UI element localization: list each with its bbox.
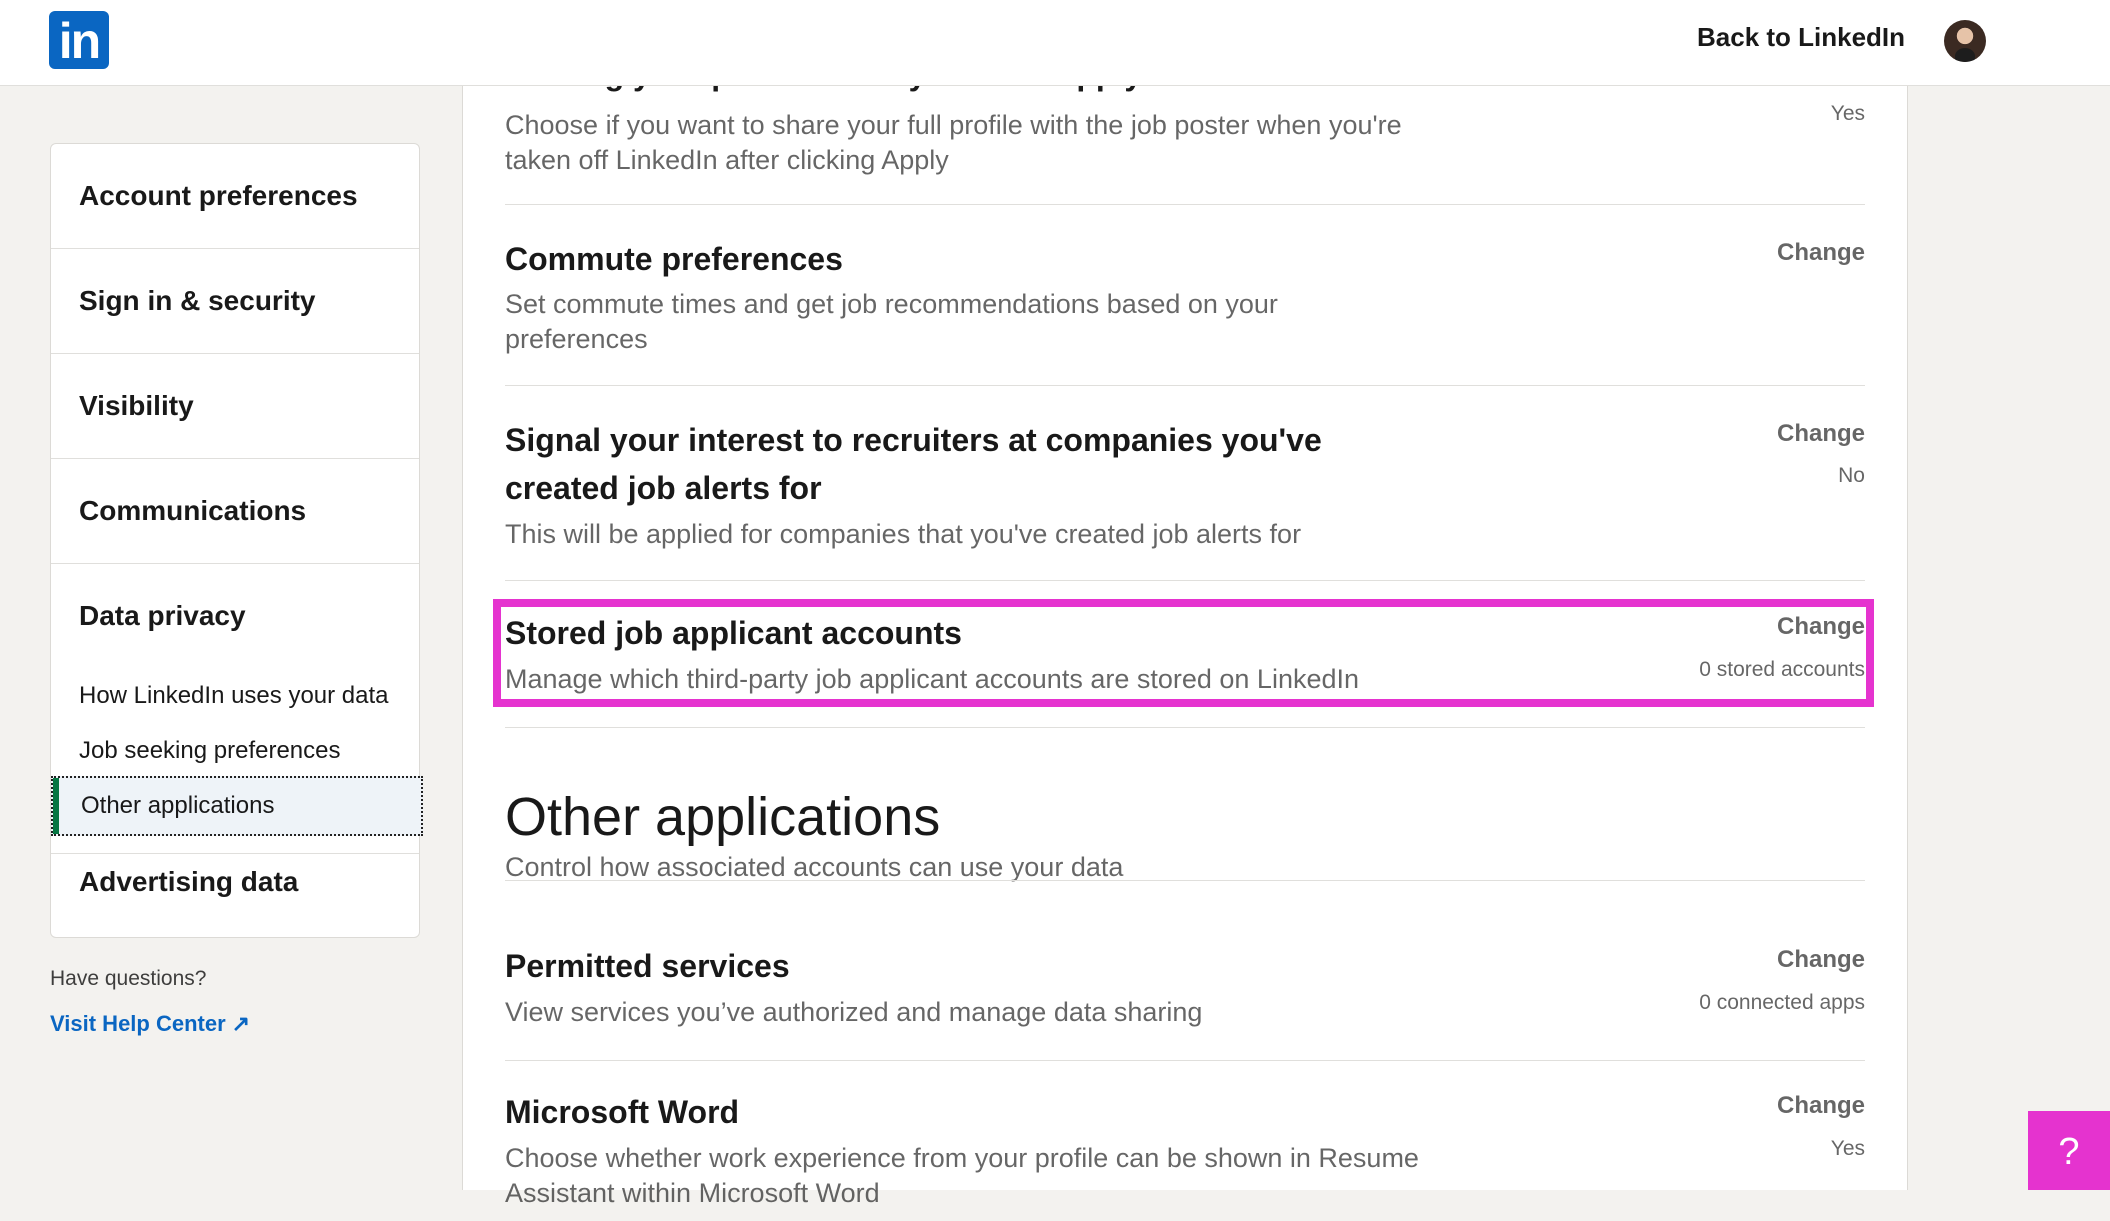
change-button[interactable]: Change xyxy=(1777,613,1865,641)
setting-value: 0 connected apps xyxy=(1699,991,1865,1014)
help-link-label: Visit Help Center xyxy=(50,1011,226,1036)
sidebar-item-sign-in-security[interactable]: Sign in & security xyxy=(51,249,419,354)
sidebar-item-communications[interactable]: Communications xyxy=(51,459,419,564)
setting-description: View services you’ve authorized and mana… xyxy=(505,997,1203,1027)
setting-value: No xyxy=(1838,464,1865,487)
setting-row-stored-job-applicant-accounts[interactable]: Stored job applicant accounts Manage whi… xyxy=(505,581,1865,728)
top-bar: in Back to LinkedIn xyxy=(0,0,2110,86)
setting-row-microsoft-word[interactable]: Microsoft Word Choose whether work exper… xyxy=(505,1061,1865,1221)
sidebar-item-label: Visibility xyxy=(79,390,194,421)
change-button[interactable]: Change xyxy=(1777,239,1865,267)
setting-heading: Commute preferences xyxy=(505,241,843,277)
setting-heading: Signal your interest to recruiters at co… xyxy=(505,422,1322,506)
setting-row-commute-preferences[interactable]: Commute preferences Set commute times an… xyxy=(505,205,1865,386)
active-indicator xyxy=(53,778,59,834)
sidebar-item-label: Advertising data xyxy=(79,866,299,897)
help-button[interactable]: ? xyxy=(2028,1111,2110,1190)
section-title-other-applications: Other applications xyxy=(505,787,941,847)
sidebar-subitem-label: Other applications xyxy=(81,792,275,819)
setting-heading: Microsoft Word xyxy=(505,1094,740,1130)
sidebar-item-label: Communications xyxy=(79,495,307,526)
sidebar-subitem-job-seeking-preferences[interactable]: Job seeking preferences xyxy=(79,737,341,765)
linkedin-logo-icon[interactable]: in xyxy=(49,11,109,69)
change-button[interactable]: Change xyxy=(1777,946,1865,974)
setting-heading: Stored job applicant accounts xyxy=(505,615,962,651)
sidebar-subitem-how-linkedin-uses-data[interactable]: How LinkedIn uses your data xyxy=(79,682,389,710)
setting-row-signal-interest[interactable]: Signal your interest to recruiters at co… xyxy=(505,386,1865,581)
setting-row-permitted-services[interactable]: Permitted services View services you’ve … xyxy=(505,915,1865,1061)
sidebar-item-label: Sign in & security xyxy=(79,285,316,316)
change-button[interactable]: Change xyxy=(1777,420,1865,448)
setting-value: 0 stored accounts xyxy=(1699,658,1865,681)
visit-help-center-link[interactable]: Visit Help Center ↗ xyxy=(50,1011,250,1037)
settings-sidebar: Account preferences Sign in & security V… xyxy=(50,143,423,938)
have-questions-text: Have questions? xyxy=(50,967,207,990)
settings-main-panel: Sharing your profile when you click Appl… xyxy=(462,0,1908,1208)
setting-description: Set commute times and get job recommenda… xyxy=(505,289,1278,354)
section-subtitle: Control how associated accounts can use … xyxy=(505,852,1124,882)
sidebar-item-label: Account preferences xyxy=(79,180,358,211)
external-link-icon: ↗ xyxy=(231,1011,251,1036)
avatar[interactable] xyxy=(1944,20,1986,62)
section-divider xyxy=(505,880,1865,881)
setting-description: Choose if you want to share your full pr… xyxy=(505,110,1402,175)
setting-value: Yes xyxy=(1830,1137,1865,1160)
sidebar-item-visibility[interactable]: Visibility xyxy=(51,354,419,459)
sidebar-subitem-other-applications[interactable]: Other applications xyxy=(51,776,423,836)
setting-value: Yes xyxy=(1830,102,1865,125)
sidebar-item-advertising-data[interactable]: Advertising data xyxy=(51,836,419,937)
sidebar-item-account-preferences[interactable]: Account preferences xyxy=(51,144,419,249)
sidebar-item-label: Data privacy xyxy=(79,600,246,631)
setting-description: Choose whether work experience from your… xyxy=(505,1143,1419,1208)
setting-description: This will be applied for companies that … xyxy=(505,519,1302,549)
back-to-linkedin-link[interactable]: Back to LinkedIn xyxy=(1697,22,1905,53)
setting-description: Manage which third-party job applicant a… xyxy=(505,664,1360,694)
change-button[interactable]: Change xyxy=(1777,1092,1865,1120)
setting-heading: Permitted services xyxy=(505,948,790,984)
